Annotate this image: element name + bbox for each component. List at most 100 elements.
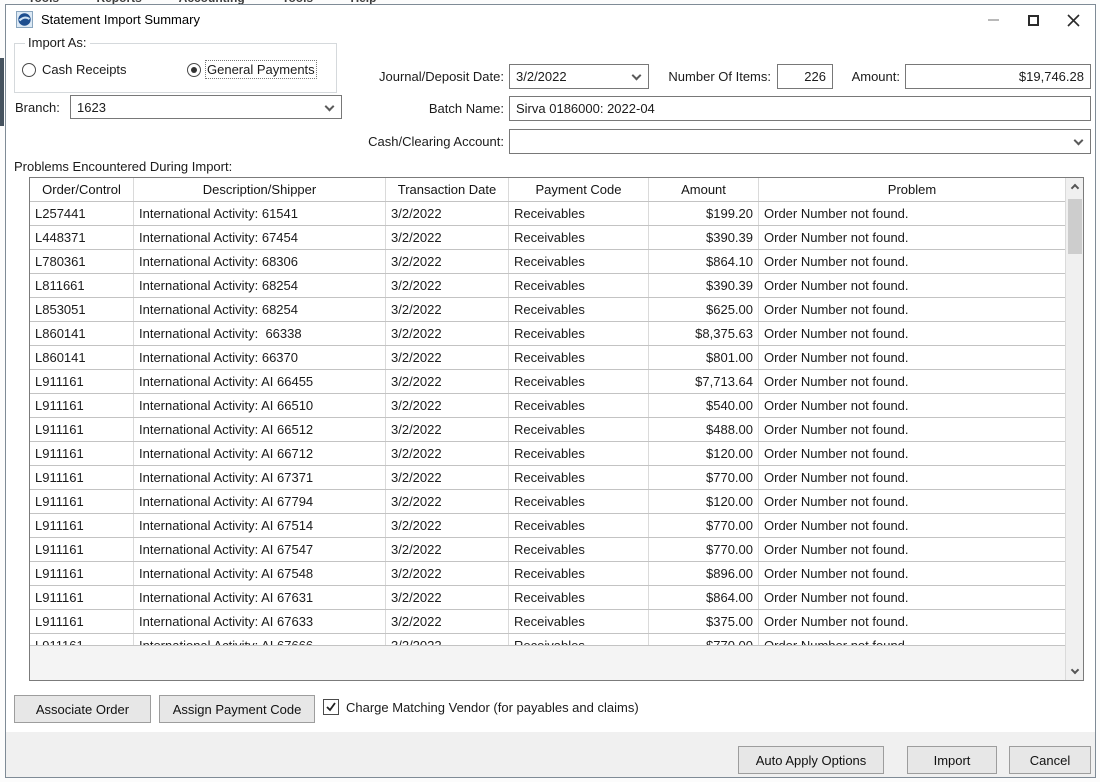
table-cell: 3/2/2022 <box>386 538 509 561</box>
table-row[interactable]: L911161International Activity: AI 665123… <box>30 417 1065 441</box>
table-cell: Receivables <box>509 610 649 633</box>
assign-payment-code-button[interactable]: Assign Payment Code <box>159 695 315 723</box>
table-cell: Receivables <box>509 514 649 537</box>
table-cell: $120.00 <box>649 442 759 465</box>
cash-clearing-account-select[interactable] <box>509 129 1091 154</box>
maximize-icon <box>1028 15 1039 26</box>
table-cell: $864.00 <box>649 586 759 609</box>
table-row[interactable]: L911161International Activity: AI 673713… <box>30 465 1065 489</box>
close-button[interactable] <box>1053 5 1093 35</box>
table-row[interactable]: L448371International Activity: 674543/2/… <box>30 225 1065 249</box>
column-header-order-control[interactable]: Order/Control <box>30 178 134 201</box>
table-body: L257441International Activity: 615413/2/… <box>30 201 1065 645</box>
table-cell: International Activity: AI 67548 <box>134 562 386 585</box>
column-header-problem[interactable]: Problem <box>759 178 1065 201</box>
amount-field[interactable]: $19,746.28 <box>905 64 1091 89</box>
table-row[interactable]: L257441International Activity: 615413/2/… <box>30 201 1065 225</box>
chevron-down-icon <box>325 102 335 112</box>
table-cell: 3/2/2022 <box>386 322 509 345</box>
table-cell: L257441 <box>30 202 134 225</box>
column-header-description-shipper[interactable]: Description/Shipper <box>134 178 386 201</box>
table-cell: 3/2/2022 <box>386 274 509 297</box>
scrollbar-thumb[interactable] <box>1068 199 1082 254</box>
table-cell: Receivables <box>509 562 649 585</box>
radio-general-payments[interactable]: General Payments <box>187 62 315 77</box>
table-row[interactable]: L911161International Activity: AI 676333… <box>30 609 1065 633</box>
table-row[interactable]: L911161International Activity: AI 667123… <box>30 441 1065 465</box>
table-cell: $801.00 <box>649 346 759 369</box>
table-cell: Receivables <box>509 490 649 513</box>
batch-name-input[interactable]: Sirva 0186000: 2022-04 <box>509 96 1091 121</box>
branch-value: 1623 <box>77 100 106 115</box>
table-cell: $770.00 <box>649 466 759 489</box>
table-cell: 3/2/2022 <box>386 466 509 489</box>
scroll-down-button[interactable] <box>1066 663 1084 680</box>
amount-value: $19,746.28 <box>1019 69 1084 84</box>
window-title: Statement Import Summary <box>41 12 200 27</box>
table-cell: $390.39 <box>649 274 759 297</box>
table-cell: International Activity: AI 66455 <box>134 370 386 393</box>
table-row[interactable]: L811661International Activity: 682543/2/… <box>30 273 1065 297</box>
titlebar: Statement Import Summary <box>6 5 1095 35</box>
table-cell: Receivables <box>509 538 649 561</box>
table-row[interactable]: L911161International Activity: AI 675473… <box>30 537 1065 561</box>
background-window-edge <box>0 58 4 126</box>
table-cell: Order Number not found. <box>759 418 1065 441</box>
radio-cash-receipts[interactable]: Cash Receipts <box>22 62 187 77</box>
table-cell: Receivables <box>509 226 649 249</box>
cancel-button[interactable]: Cancel <box>1009 746 1091 774</box>
table-cell: International Activity: 66370 <box>134 346 386 369</box>
table-cell: Order Number not found. <box>759 634 1065 645</box>
table-row[interactable]: L911161International Activity: AI 676313… <box>30 585 1065 609</box>
table-cell: L780361 <box>30 250 134 273</box>
column-header-transaction-date[interactable]: Transaction Date <box>386 178 509 201</box>
scroll-up-button[interactable] <box>1066 178 1084 195</box>
table-row[interactable]: L911161International Activity: AI 665103… <box>30 393 1065 417</box>
associate-order-button[interactable]: Associate Order <box>14 695 151 723</box>
table-cell: 3/2/2022 <box>386 442 509 465</box>
table-cell: 3/2/2022 <box>386 394 509 417</box>
table-row[interactable]: L911161International Activity: AI 664553… <box>30 369 1065 393</box>
table-cell: 3/2/2022 <box>386 226 509 249</box>
minimize-button[interactable] <box>973 5 1013 35</box>
table-row[interactable]: L911161International Activity: AI 676663… <box>30 633 1065 645</box>
number-of-items-value: 226 <box>804 69 826 84</box>
table-cell: 3/2/2022 <box>386 346 509 369</box>
table-cell: L911161 <box>30 370 134 393</box>
table-cell: Receivables <box>509 250 649 273</box>
table-cell: 3/2/2022 <box>386 250 509 273</box>
table-row[interactable]: L911161International Activity: AI 677943… <box>30 489 1065 513</box>
number-of-items-field[interactable]: 226 <box>777 64 833 89</box>
charge-matching-vendor-checkbox-row[interactable]: Charge Matching Vendor (for payables and… <box>323 699 639 715</box>
table-cell: L860141 <box>30 346 134 369</box>
table-cell: Order Number not found. <box>759 586 1065 609</box>
maximize-button[interactable] <box>1013 5 1053 35</box>
column-header-amount[interactable]: Amount <box>649 178 759 201</box>
table-row[interactable]: L911161International Activity: AI 675143… <box>30 513 1065 537</box>
table-cell: International Activity: AI 67794 <box>134 490 386 513</box>
table-row[interactable]: L780361International Activity: 683063/2/… <box>30 249 1065 273</box>
table-cell: 3/2/2022 <box>386 202 509 225</box>
table-row[interactable]: L911161International Activity: AI 675483… <box>30 561 1065 585</box>
journal-date-select[interactable]: 3/2/2022 <box>509 64 649 89</box>
table-cell: L911161 <box>30 610 134 633</box>
table-row[interactable]: L853051International Activity: 682543/2/… <box>30 297 1065 321</box>
table-cell: Receivables <box>509 274 649 297</box>
table-row[interactable]: L860141International Activity: 663703/2/… <box>30 345 1065 369</box>
table-cell: Receivables <box>509 586 649 609</box>
table-cell: International Activity: 66338 <box>134 322 386 345</box>
table-cell: Receivables <box>509 202 649 225</box>
table-cell: $540.00 <box>649 394 759 417</box>
table-row[interactable]: L860141International Activity: 663383/2/… <box>30 321 1065 345</box>
column-header-payment-code[interactable]: Payment Code <box>509 178 649 201</box>
branch-select[interactable]: 1623 <box>70 95 342 119</box>
auto-apply-options-button[interactable]: Auto Apply Options <box>738 746 884 774</box>
import-button[interactable]: Import <box>907 746 997 774</box>
chevron-down-icon <box>1074 136 1084 146</box>
table-cell: 3/2/2022 <box>386 634 509 645</box>
vertical-scrollbar[interactable] <box>1065 178 1083 680</box>
chevron-up-icon <box>1071 184 1079 192</box>
table-cell: $390.39 <box>649 226 759 249</box>
table-cell: L911161 <box>30 562 134 585</box>
journal-date-label: Journal/Deposit Date: <box>354 69 504 84</box>
